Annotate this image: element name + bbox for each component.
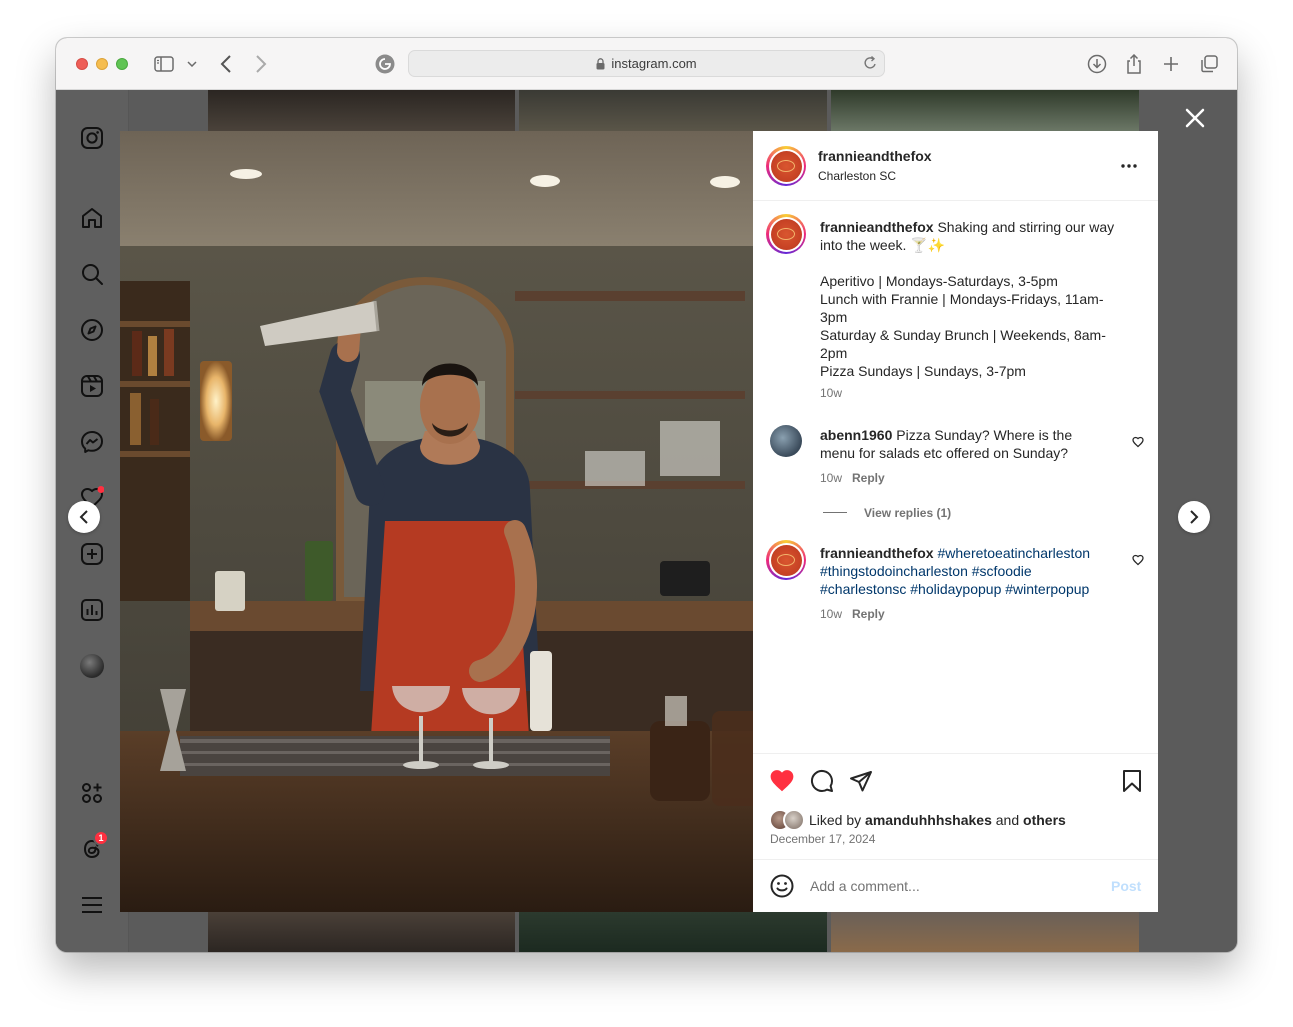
caption-avatar[interactable] (766, 214, 806, 254)
explore-icon[interactable] (79, 317, 105, 343)
comment-author[interactable]: abenn1960 (820, 427, 892, 443)
zoom-window-button[interactable] (116, 58, 128, 70)
reels-icon[interactable] (79, 373, 105, 399)
chevron-right-icon (1190, 510, 1199, 524)
post-location[interactable]: Charleston SC (818, 167, 896, 185)
caption-time[interactable]: 10w (820, 386, 1140, 400)
reload-icon[interactable] (863, 55, 877, 74)
share-send-icon[interactable] (849, 769, 873, 793)
caption-schedule-line: Lunch with Frannie | Mondays-Fridays, 11… (820, 291, 1104, 307)
author-username[interactable]: frannieandthefox (818, 148, 932, 164)
comment-icon[interactable] (810, 769, 834, 793)
home-icon[interactable] (79, 205, 105, 231)
post-header: frannieandthefox Charleston SC (753, 131, 1158, 201)
tab-overview-icon[interactable] (1197, 52, 1221, 76)
url-text: instagram.com (611, 56, 697, 71)
threads-apps-icon[interactable] (79, 780, 105, 806)
comment-author[interactable]: frannieandthefox (820, 545, 934, 561)
profile-avatar[interactable] (79, 653, 105, 679)
emoji-icon[interactable] (770, 874, 794, 898)
caption-line2: into the week. 🍸✨ (820, 237, 946, 253)
hashtag-link[interactable]: #charlestonsc #holidaypopup #winterpopup (820, 580, 1130, 598)
address-bar[interactable]: instagram.com (408, 50, 885, 77)
comment-like-icon[interactable] (1132, 553, 1144, 566)
feed-tile (208, 912, 515, 952)
add-comment-bar: Add a comment... Post (753, 859, 1158, 912)
hashtag-link[interactable]: #thingstodoincharleston #scfoodie (820, 562, 1130, 580)
post-details-panel: frannieandthefox Charleston SC franniean… (753, 131, 1158, 912)
chevron-down-icon[interactable] (181, 52, 203, 76)
comment: frannieandthefox #wheretoeatincharleston… (820, 544, 1130, 621)
close-icon[interactable] (1184, 107, 1206, 129)
caption-line1: Shaking and stirring our way (937, 219, 1115, 235)
liked-by-others[interactable]: others (1023, 812, 1066, 828)
post-actions: Liked by amanduhhhshakes and others Dece… (753, 753, 1158, 859)
menu-icon[interactable] (79, 892, 105, 918)
more-options-icon[interactable] (1119, 158, 1139, 174)
liked-by-text: Liked by amanduhhhshakes and others (809, 811, 1066, 829)
liked-by-and: and (995, 812, 1020, 828)
feed-tile (831, 912, 1139, 952)
author-avatar[interactable] (766, 146, 806, 186)
comment-time[interactable]: 10w (820, 607, 842, 621)
new-tab-plus-icon[interactable] (1159, 52, 1183, 76)
threads-badge: 1 (93, 830, 109, 846)
lock-icon (596, 57, 605, 70)
post-image (120, 131, 753, 912)
feed-tile (519, 912, 827, 952)
feed-tile (831, 90, 1139, 131)
caption-author[interactable]: frannieandthefox (820, 219, 934, 235)
comment-like-icon[interactable] (1132, 435, 1144, 448)
page-content: 1 frannieandthefox Charleston SC frannie… (56, 90, 1237, 952)
liker-avatar[interactable] (783, 809, 805, 831)
next-post-button[interactable] (1178, 501, 1210, 533)
search-icon[interactable] (79, 261, 105, 287)
reply-button[interactable]: Reply (852, 471, 885, 485)
caption-schedule-line: Pizza Sundays | Sundays, 3-7pm (820, 363, 1026, 379)
comment-input[interactable]: Add a comment... (810, 877, 920, 895)
site-favicon-icon (373, 52, 397, 76)
liked-by-user[interactable]: amanduhhhshakes (865, 812, 992, 828)
back-arrow-icon[interactable] (214, 52, 238, 76)
save-bookmark-icon[interactable] (1120, 769, 1144, 793)
create-icon[interactable] (79, 541, 105, 567)
sidebar-toggle-icon[interactable] (152, 52, 176, 76)
post-comment-button[interactable]: Post (1111, 878, 1141, 894)
browser-window: instagram.com 1 frannieandthefox Charles… (56, 38, 1237, 952)
caption-schedule-line: 3pm (820, 309, 848, 325)
caption-schedule-line: Aperitivo | Mondays-Saturdays, 3-5pm (820, 273, 1058, 289)
threads-icon[interactable]: 1 (79, 830, 109, 862)
caption-schedule-line: 2pm (820, 345, 848, 361)
comment-time[interactable]: 10w (820, 471, 842, 485)
comment: abenn1960 Pizza Sunday? Where is the men… (820, 426, 1120, 485)
commenter-avatar[interactable] (766, 540, 806, 580)
chevron-left-icon (79, 510, 88, 524)
messenger-icon[interactable] (79, 429, 105, 455)
minimize-window-button[interactable] (96, 58, 108, 70)
reply-button[interactable]: Reply (852, 607, 885, 621)
view-replies-button[interactable]: View replies (1) (864, 506, 951, 520)
close-window-button[interactable] (76, 58, 88, 70)
liked-by-prefix: Liked by (809, 812, 862, 828)
feed-tile (519, 90, 827, 131)
replies-divider (823, 512, 847, 513)
post-date[interactable]: December 17, 2024 (770, 832, 875, 846)
insights-icon[interactable] (79, 597, 105, 623)
share-icon[interactable] (1122, 52, 1146, 76)
comment-text: Pizza Sunday? Where is the (896, 427, 1073, 443)
forward-arrow-icon[interactable] (249, 52, 273, 76)
caption-schedule-line: Saturday & Sunday Brunch | Weekends, 8am… (820, 327, 1106, 343)
feed-tile (208, 90, 515, 131)
download-icon[interactable] (1085, 52, 1109, 76)
previous-post-button[interactable] (68, 501, 100, 533)
comment-text: menu for salads etc offered on Sunday? (820, 445, 1069, 461)
browser-toolbar: instagram.com (56, 38, 1237, 90)
like-heart-icon[interactable] (769, 768, 795, 794)
hashtag-link[interactable]: #wheretoeatincharleston (937, 545, 1090, 561)
instagram-icon[interactable] (79, 125, 105, 151)
caption: frannieandthefox Shaking and stirring ou… (820, 218, 1140, 400)
commenter-avatar[interactable] (770, 425, 802, 457)
